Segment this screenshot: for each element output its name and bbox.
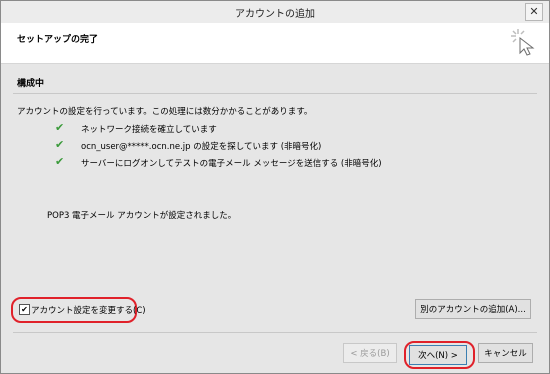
window-title: アカウントの追加 — [235, 9, 315, 20]
back-button[interactable]: < 戻る(B) — [343, 343, 397, 363]
change-settings-highlight: ✔ アカウント設定を変更する(C) — [11, 297, 146, 323]
section-divider — [13, 93, 537, 94]
section-title: 構成中 — [17, 79, 45, 89]
check-icon: ✔ — [55, 121, 65, 134]
change-settings-label[interactable]: アカウント設定を変更する(C) — [31, 304, 146, 316]
wizard-header: セットアップの完了 — [1, 23, 549, 64]
page-title: セットアップの完了 — [17, 35, 99, 45]
change-settings-checkbox[interactable]: ✔ — [19, 304, 30, 315]
close-button[interactable]: ✕ — [525, 3, 543, 21]
step-label: サーバーにログオンしてテストの電子メール メッセージを送信する (非暗号化) — [81, 159, 382, 169]
step-label: ネットワーク接続を確立しています — [81, 125, 217, 135]
setup-cursor-icon — [511, 29, 535, 56]
add-account-dialog: アカウントの追加 ✕ セットアップの完了 構成中 アカウントの設定を行っています… — [0, 0, 550, 374]
add-another-account-button[interactable]: 別のアカウントの追加(A)... — [415, 299, 531, 319]
progress-description: アカウントの設定を行っています。この処理には数分かかることがあります。 — [17, 107, 313, 117]
next-button[interactable]: 次へ(N) > — [409, 345, 467, 365]
footer-divider — [13, 332, 537, 333]
step-label: ocn_user@*****.ocn.ne.jp の設定を探しています (非暗号… — [81, 142, 322, 152]
status-message: POP3 電子メール アカウントが設定されました。 — [47, 211, 237, 221]
check-icon: ✔ — [55, 155, 65, 168]
cancel-button[interactable]: キャンセル — [478, 343, 533, 363]
title-bar: アカウントの追加 ✕ — [1, 1, 549, 23]
check-icon: ✔ — [55, 138, 65, 151]
